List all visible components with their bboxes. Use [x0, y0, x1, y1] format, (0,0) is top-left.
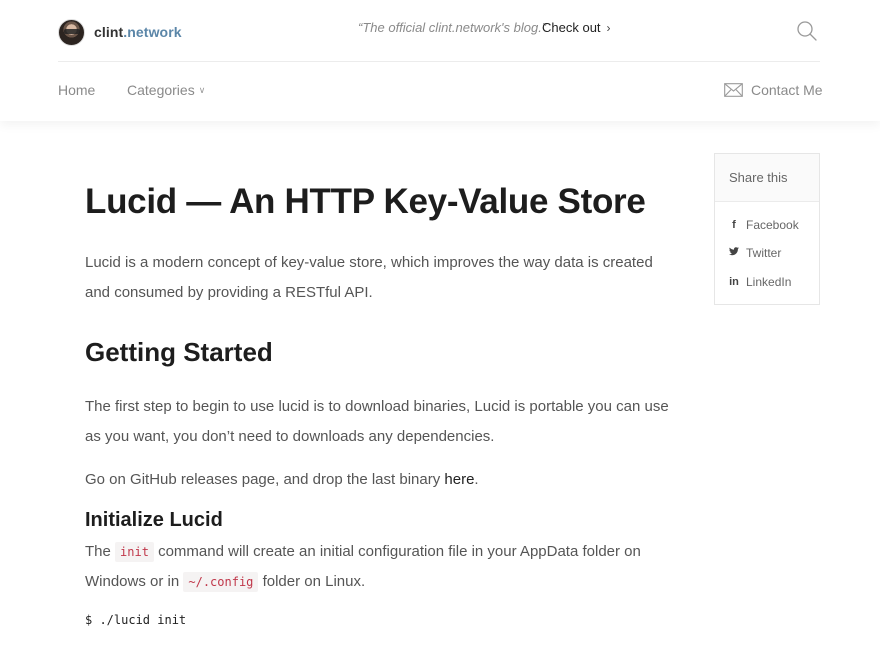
chevron-right-icon: › [606, 21, 611, 35]
inline-code-init: init [115, 542, 154, 562]
initialize-description: The init command will create an initial … [85, 537, 675, 597]
share-twitter-label: Twitter [746, 246, 782, 260]
init-text-1: The [85, 543, 116, 560]
blog-tagline: “The official clint.network's blog.” [358, 20, 547, 35]
search-button[interactable] [796, 20, 818, 42]
article-intro: Lucid is a modern concept of key-value s… [85, 254, 653, 301]
share-heading: Share this [715, 154, 819, 202]
step2-suffix: . [474, 471, 479, 488]
brand-name-prefix: clint [94, 24, 124, 40]
chevron-down-icon: ∨ [198, 85, 206, 95]
article-title: Lucid — An HTTP Key-Value Store [85, 182, 646, 221]
getting-started-step1: The first step to begin to use lucid is … [85, 398, 669, 445]
share-facebook-label: Facebook [746, 218, 799, 232]
nav-home[interactable]: Home [58, 82, 95, 98]
contact-me-link[interactable]: Contact Me [724, 82, 823, 98]
nav-categories[interactable]: Categories ∨ [127, 82, 205, 98]
share-linkedin-label: LinkedIn [746, 275, 792, 289]
step2-prefix: Go on GitHub releases page, and drop the… [85, 471, 445, 488]
check-out-label: Check out [542, 20, 601, 35]
inline-code-config-path: ~/.config [183, 572, 259, 592]
share-twitter-link[interactable]: Twitter [729, 246, 781, 260]
releases-here-link[interactable]: here [444, 471, 474, 488]
initialize-heading: Initialize Lucid [85, 509, 223, 531]
brand-name-suffix: .network [123, 24, 182, 40]
brand-logo-link[interactable]: clint.network [58, 18, 182, 46]
nav-categories-label: Categories [127, 82, 195, 98]
share-linkedin-link[interactable]: in LinkedIn [729, 275, 791, 289]
init-text-3: folder on Linux. [258, 573, 366, 590]
linkedin-icon: in [729, 276, 739, 288]
site-header: clint.network “The official clint.networ… [0, 0, 880, 121]
share-box: Share this f Facebook Twitter in LinkedI… [714, 153, 820, 305]
header-divider [58, 61, 820, 62]
brand-name: clint.network [94, 24, 182, 40]
twitter-icon [729, 247, 739, 259]
getting-started-step2: Go on GitHub releases page, and drop the… [85, 465, 675, 495]
code-block: $ ./lucid init [85, 613, 187, 627]
share-facebook-link[interactable]: f Facebook [729, 218, 799, 232]
facebook-icon: f [732, 219, 736, 231]
avatar [58, 18, 85, 46]
search-icon [797, 21, 817, 41]
check-out-link[interactable]: Check out › [542, 20, 611, 35]
envelope-icon [724, 83, 743, 97]
getting-started-heading: Getting Started [85, 337, 273, 367]
article: Lucid — An HTTP Key-Value Store Lucid is… [85, 176, 675, 629]
contact-me-label: Contact Me [751, 82, 823, 98]
